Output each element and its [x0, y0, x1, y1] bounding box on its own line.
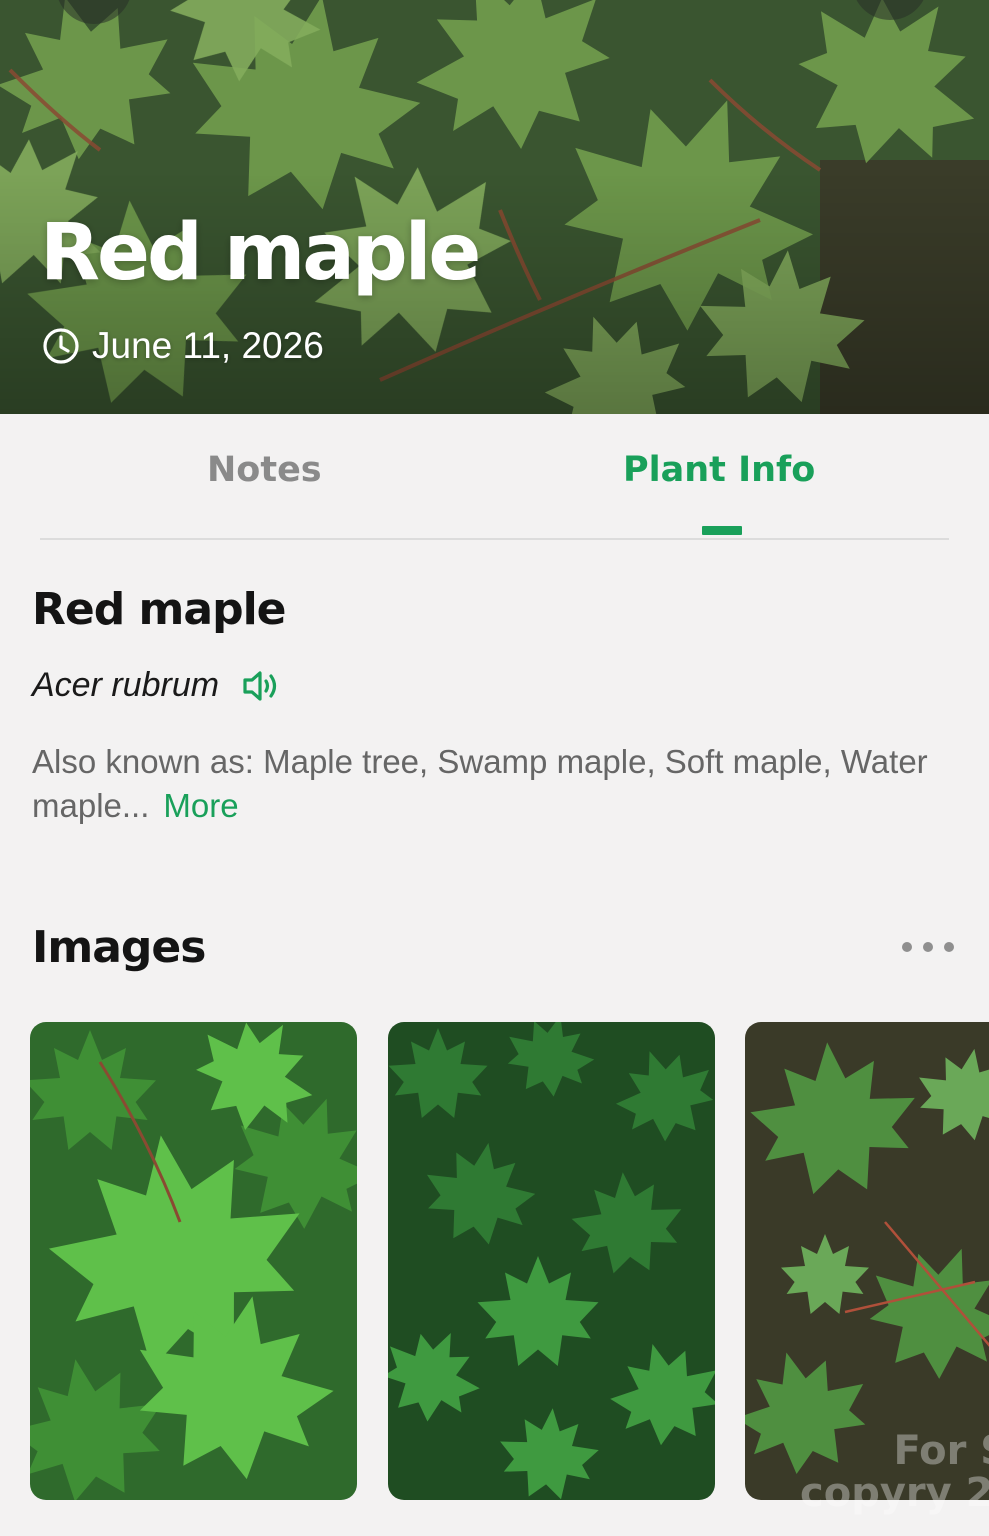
tab-bar: Notes Plant Info	[0, 414, 989, 540]
tab-divider	[40, 538, 949, 540]
plant-image-thumbnail[interactable]	[388, 1022, 715, 1500]
speaker-icon[interactable]	[241, 669, 281, 703]
plant-detail-screen: Red maple June 11, 2026 Notes Plant Info…	[0, 0, 989, 1536]
images-section-title: Images	[32, 922, 206, 973]
hero-title: Red maple	[40, 208, 481, 298]
hero-photo: Red maple June 11, 2026	[0, 0, 989, 414]
tab-plant-info[interactable]: Plant Info	[623, 450, 815, 490]
watermark: For Sale copyry 2026	[800, 1430, 989, 1514]
clock-icon	[43, 328, 79, 364]
date-text: June 11, 2026	[92, 325, 324, 366]
more-link[interactable]: More	[163, 787, 238, 824]
thumbnail-leaves-image	[30, 1022, 357, 1500]
plant-image-thumbnail[interactable]	[30, 1022, 357, 1500]
thumbnail-leaves-image	[388, 1022, 715, 1500]
plant-scientific-name: Acer rubrum	[32, 666, 220, 704]
tab-selected-indicator	[702, 526, 742, 535]
also-known-as: Also known as: Maple tree, Swamp maple, …	[32, 740, 962, 828]
plant-common-name: Red maple	[32, 584, 286, 635]
hero-date: June 11, 2026	[42, 325, 324, 367]
scientific-name-row: Acer rubrum	[32, 666, 281, 705]
watermark-line1: For Sale	[893, 1428, 989, 1474]
watermark-line2: copyry 2026	[800, 1470, 989, 1516]
more-horizontal-icon[interactable]	[900, 940, 956, 954]
tab-notes[interactable]: Notes	[207, 450, 322, 490]
